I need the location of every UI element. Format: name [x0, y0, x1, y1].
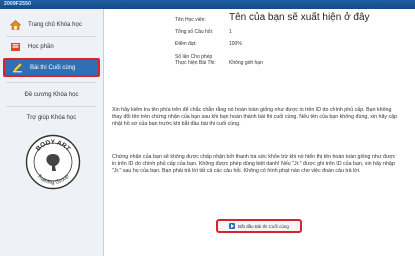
sidebar-item-syllabus[interactable]: Đề cương Khóa học — [3, 87, 100, 103]
sidebar-item-label: Bài thi Cuối cùng — [30, 64, 76, 71]
sidebar-item-course-home[interactable]: Trang chủ Khóa học — [3, 17, 100, 33]
passing-score-value: 100% — [229, 41, 242, 47]
attempts-value: Không giới hạn — [229, 60, 263, 66]
divider — [6, 82, 96, 83]
total-questions-value: 1 — [229, 29, 232, 35]
passing-score-label: Điểm đạt: — [175, 41, 197, 47]
book-icon — [8, 40, 22, 54]
learner-name-label: Tên Học viên: — [175, 17, 206, 23]
body-art-seal-logo: BODY ART Training Group — [25, 134, 81, 190]
sidebar: Trang chủ Khóa học Học phần Bài thi Cuối… — [0, 9, 104, 256]
home-icon — [8, 18, 22, 32]
play-icon — [229, 223, 236, 229]
divider — [6, 36, 96, 37]
name-check-paragraph: Xin hãy kiểm tra tên phía trên để chắc c… — [112, 107, 398, 128]
start-final-exam-button[interactable]: Bắt đầu Bài thi Cuối cùng — [216, 219, 302, 233]
learner-name-value: Tên của bạn sẽ xuất hiện ở đây — [229, 12, 370, 23]
certificate-paragraph: Chứng nhận của bạn sẽ không được chấp nh… — [112, 154, 396, 175]
pencil-icon — [10, 61, 24, 75]
app-brand: 2009F2550 — [4, 1, 32, 7]
sidebar-item-label: Đề cương Khóa học — [24, 92, 79, 98]
learner-name-row: Tên Học viên: Tên của bạn sẽ xuất hiện ở… — [104, 12, 415, 26]
sidebar-item-label: Trang chủ Khóa học — [28, 22, 82, 28]
app-title-bar: 2009F2550 — [0, 0, 415, 9]
sidebar-item-label: Trợ giúp Khóa học — [26, 115, 77, 121]
divider — [6, 106, 96, 107]
sidebar-item-course-help[interactable]: Trợ giúp Khóa học — [3, 110, 100, 126]
sidebar-item-modules[interactable]: Học phần — [3, 39, 100, 55]
total-questions-label: Tổng số Câu hỏi: — [175, 29, 214, 35]
sidebar-item-final-exam[interactable]: Bài thi Cuối cùng — [3, 58, 100, 77]
start-final-exam-label: Bắt đầu Bài thi Cuối cùng — [238, 223, 289, 229]
attempts-label: Số lần Cho phép Thực hiện Bài Thi: — [175, 54, 216, 66]
main-content: Tên Học viên: Tên của bạn sẽ xuất hiện ở… — [104, 9, 415, 256]
sidebar-item-label: Học phần — [28, 44, 54, 50]
